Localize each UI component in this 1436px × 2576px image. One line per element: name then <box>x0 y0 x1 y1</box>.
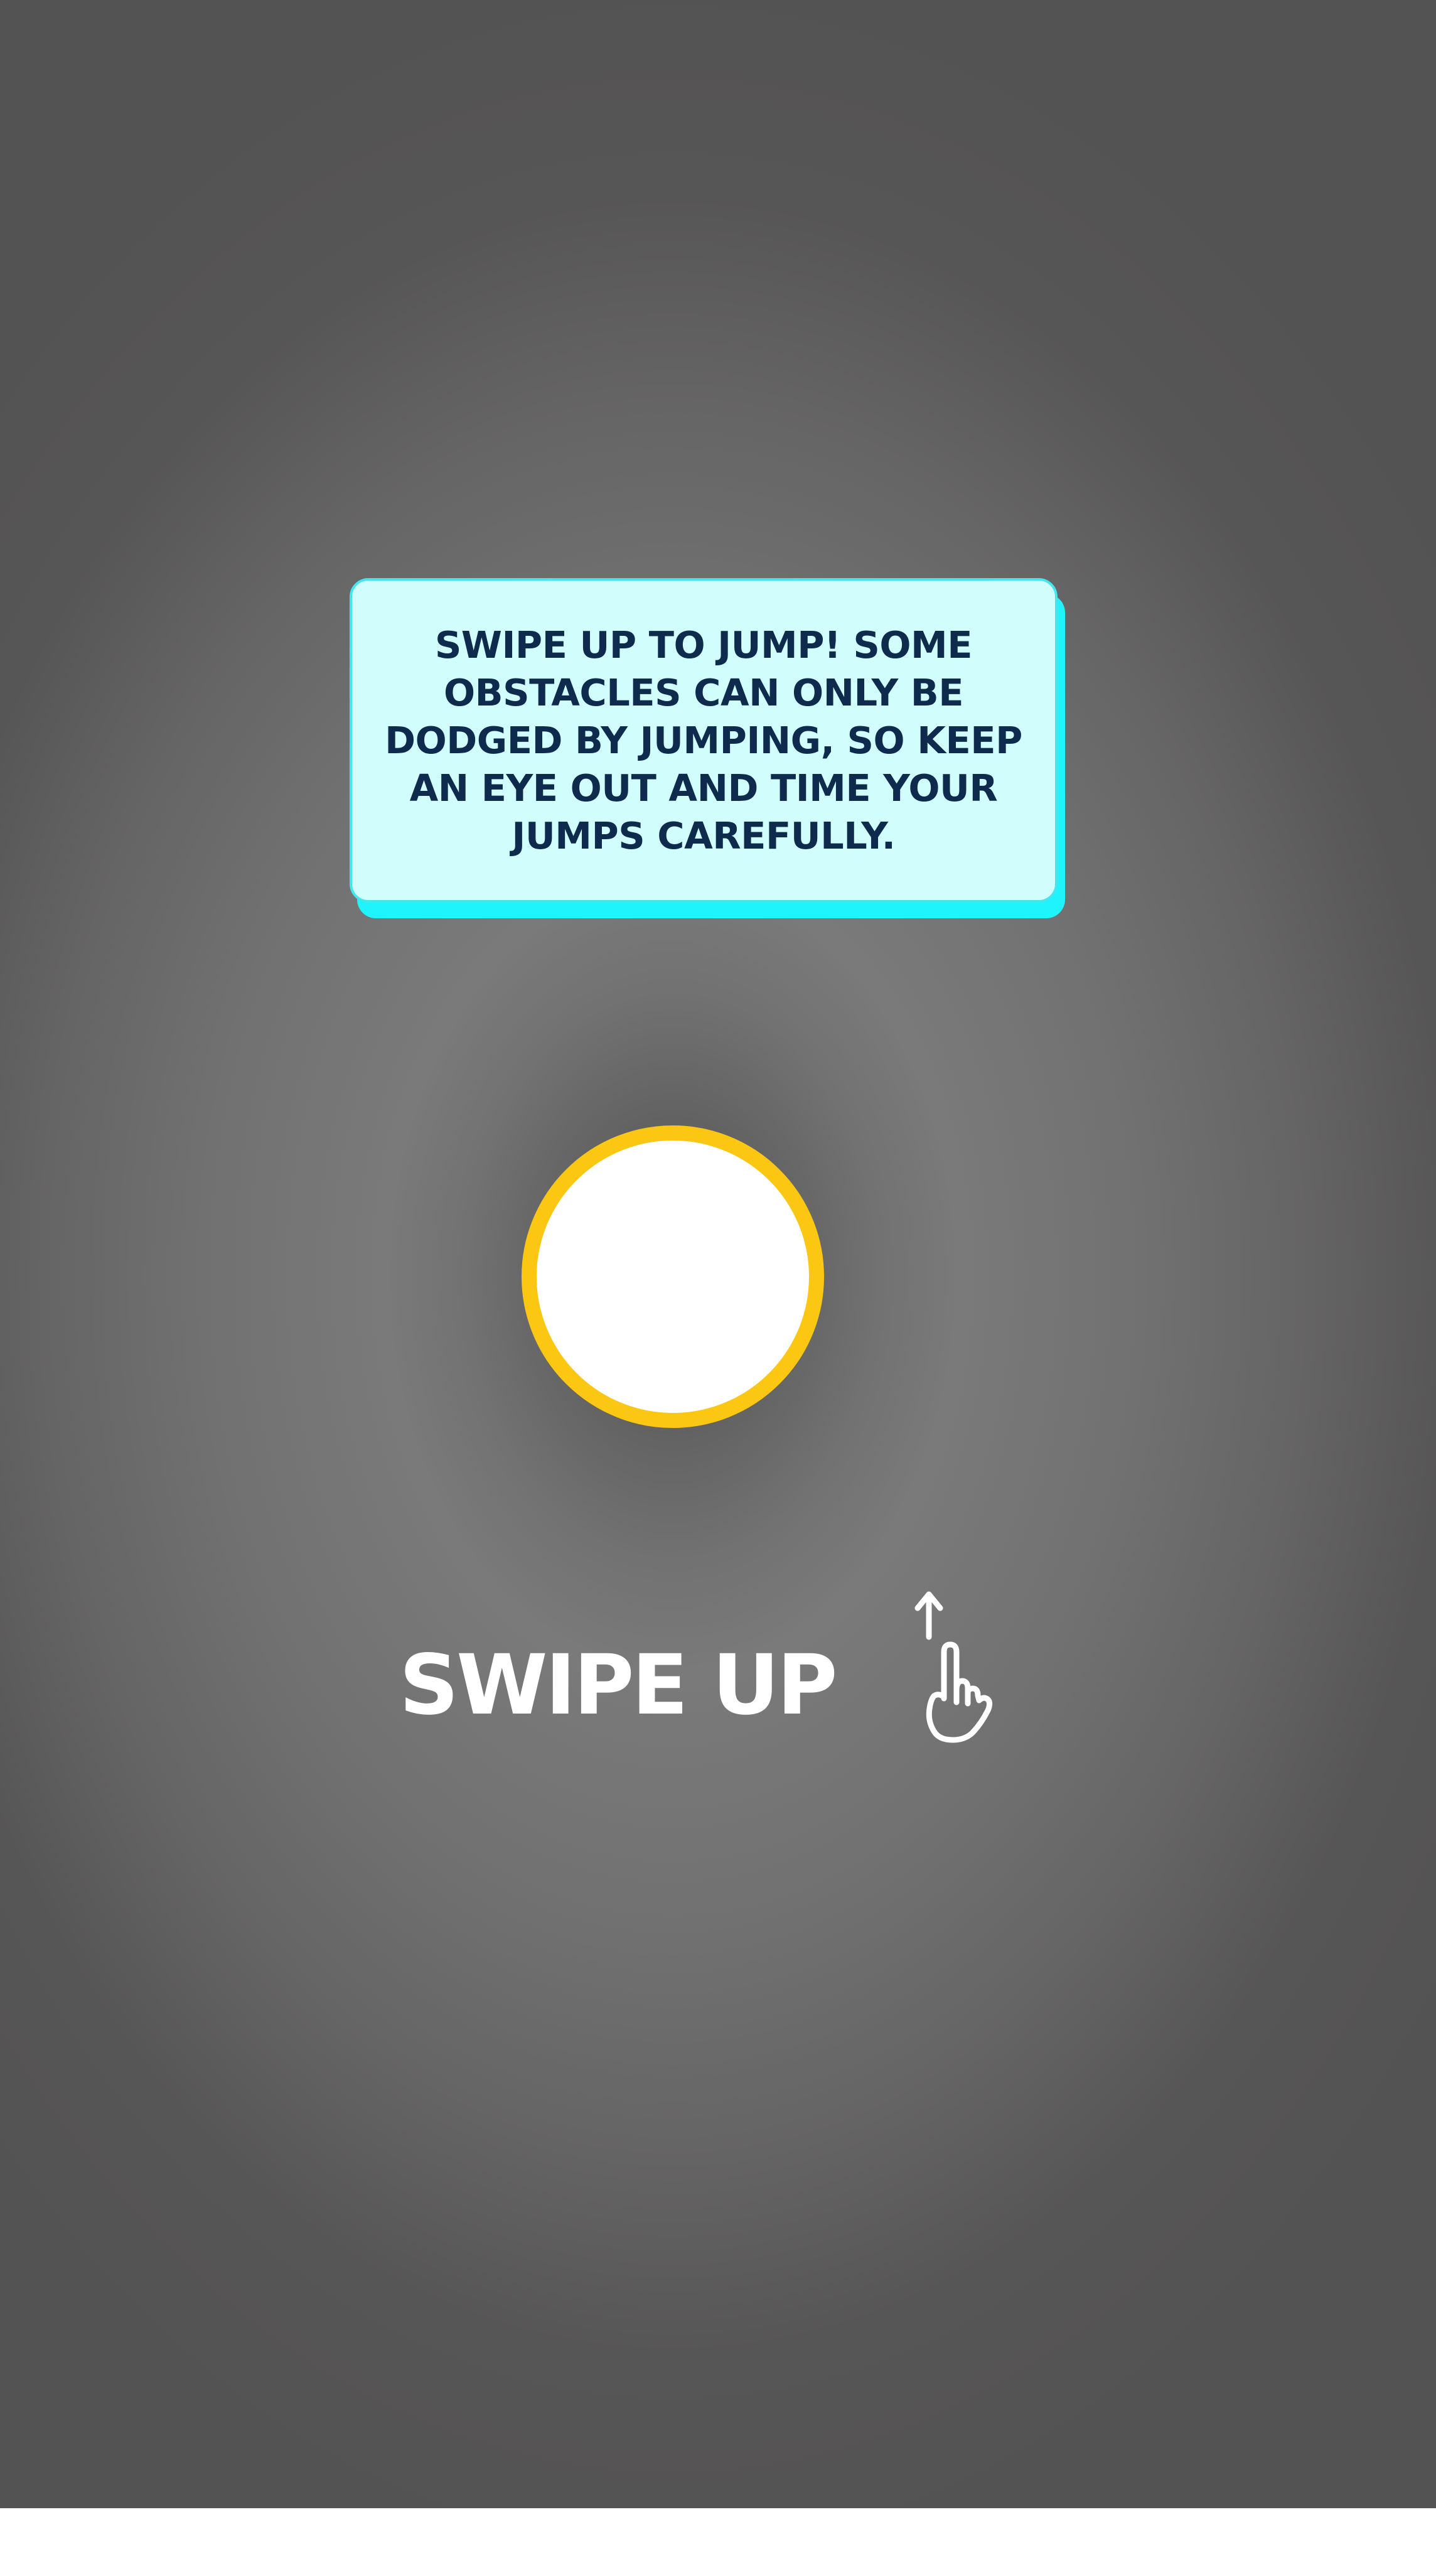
tutorial-card: SWIPE UP TO JUMP! SOME OBSTACLES CAN ONL… <box>350 578 1065 918</box>
swipe-up-label: SWIPE UP <box>399 1637 838 1734</box>
game-stage[interactable]: SWIPE UP TO JUMP! SOME OBSTACLES CAN ONL… <box>0 0 1436 2508</box>
tutorial-card-face: SWIPE UP TO JUMP! SOME OBSTACLES CAN ONL… <box>350 578 1058 903</box>
touch-target-circle[interactable] <box>522 1125 824 1428</box>
swipe-up-hand-icon <box>914 1591 993 1743</box>
tutorial-message: SWIPE UP TO JUMP! SOME OBSTACLES CAN ONL… <box>385 623 1022 857</box>
